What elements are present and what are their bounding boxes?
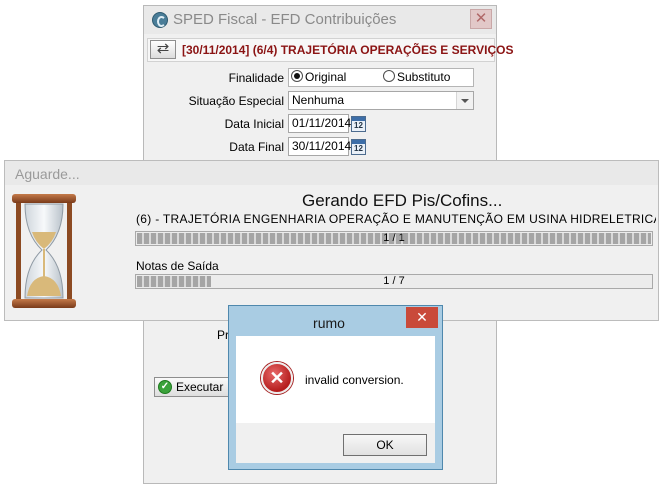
company-progress-text: 1 / 1 [383,232,405,244]
company-progress-bar: 1 / 1 [135,231,653,246]
aguarde-heading: Gerando EFD Pis/Cofins... [302,191,503,210]
finalidade-radio-group: Original Substituto [288,68,474,87]
data-final-input[interactable]: 30/11/2014 [288,137,351,156]
situacao-especial-select[interactable]: Nenhuma [288,91,474,110]
radio-selected-icon [291,70,303,82]
error-dialog-body: ✕ invalid conversion. [236,336,435,423]
app-logo-icon [152,12,168,28]
situacao-especial-value: Nenhuma [292,93,345,107]
notas-saida-label: Notas de Saída [136,259,219,273]
error-dialog: rumo ✕ ✕ invalid conversion. OK [228,305,443,470]
company-header-text: [30/11/2014] (6/4) TRAJETÓRIA OPERAÇÕES … [182,43,514,57]
aguarde-company-line: (6) - TRAJETÓRIA ENGENHARIA OPERAÇÃO E M… [136,212,656,226]
aguarde-window: Aguarde... Gerando EFD Pis/Cofins... (6)… [4,160,659,321]
calendar-icon[interactable]: 12 [351,139,366,155]
radio-substituto[interactable]: Substituto [383,69,450,86]
aguarde-title: Aguarde... [15,166,80,182]
error-icon: ✕ [261,362,293,394]
sped-close-button[interactable]: ✕ [470,9,492,29]
company-header-bar: ⇄ [30/11/2014] (6/4) TRAJETÓRIA OPERAÇÕE… [147,38,513,62]
error-dialog-footer: OK [236,423,435,463]
radio-original[interactable]: Original [291,69,346,86]
error-dialog-title: rumo [313,315,345,331]
hourglass-icon [12,194,76,308]
radio-original-label: Original [305,70,347,84]
situacao-especial-label: Situação Especial [188,94,284,108]
chevron-down-icon[interactable] [456,92,473,109]
execute-button-label: Executar [176,380,224,394]
data-inicial-label: Data Inicial [224,117,284,131]
error-message: invalid conversion. [305,373,404,387]
sped-window-title: SPED Fiscal - EFD Contribuições [173,11,397,28]
swap-arrows-icon: ⇄ [156,40,170,57]
data-inicial-input[interactable]: 01/11/2014 [288,114,351,133]
check-icon: ✓ [158,380,172,394]
finalidade-label: Finalidade [228,71,284,85]
notas-progress-bar: 1 / 7 [135,274,653,289]
radio-unselected-icon [383,70,395,82]
calendar-icon[interactable]: 12 [351,116,366,132]
aguarde-titlebar[interactable]: Aguarde... [5,161,658,185]
radio-substituto-label: Substituto [397,70,451,84]
ok-button[interactable]: OK [343,434,427,456]
data-final-label: Data Final [229,140,284,154]
execute-button[interactable]: ✓ Executar [154,377,234,397]
notas-progress-text: 1 / 7 [383,275,405,287]
error-dialog-close-button[interactable]: ✕ [406,307,438,328]
switch-company-button[interactable]: ⇄ [150,40,176,59]
sped-titlebar[interactable]: SPED Fiscal - EFD Contribuições ✕ [144,6,496,34]
